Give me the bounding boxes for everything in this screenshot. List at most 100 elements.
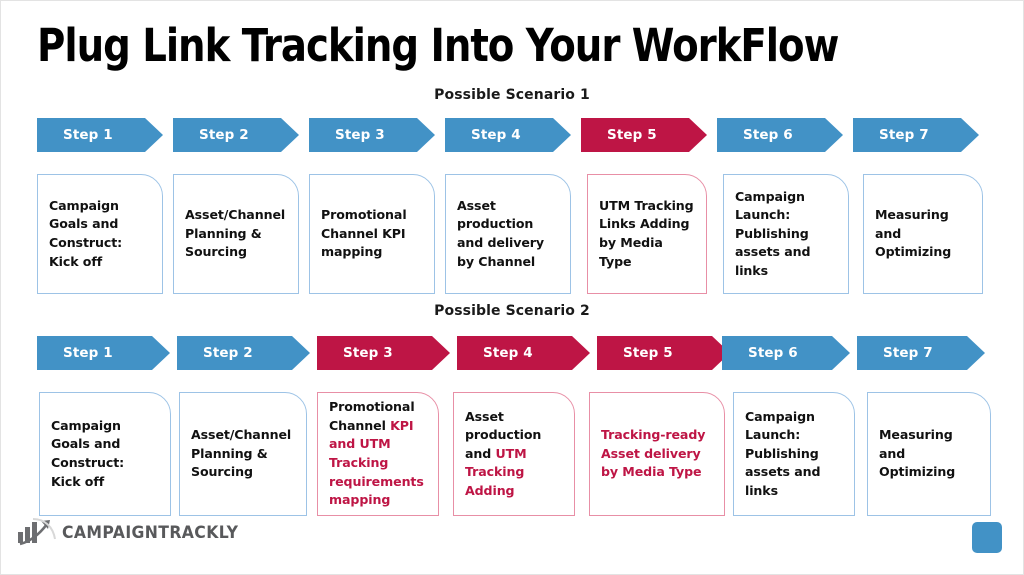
task-box-line: Launch: [735,207,791,223]
step-arrow-label: Step 3 [335,127,385,143]
step-arrow-2[interactable]: Step 2 [173,118,299,152]
task-box-line: Sourcing [191,464,253,480]
step-arrow-5[interactable]: Step 5 [581,118,707,152]
task-box-5: UTM Tracking Links Adding by Media Type [587,174,707,294]
scenario-2-task-boxes: Campaign Goals and Construct: Kick off Asset… [1,392,1023,516]
task-box-2: Asset/Channel Planning & Sourcing [173,174,299,294]
task-box-6: Campaign Launch: Publishing assets and links [733,392,855,516]
task-box-line: Promotional [321,207,407,223]
task-box-text: Measuring and Optimizing [875,206,951,262]
task-box-line: Launch: [745,427,801,443]
step-arrow-label: Step 6 [748,345,798,361]
page-title: Plug Link Tracking Into Your WorkFlow [37,19,839,72]
step-arrow-label: Step 1 [63,127,113,143]
task-box-line: Publishing [735,225,809,241]
slide-canvas: Plug Link Tracking Into Your WorkFlow Po… [0,0,1024,575]
task-box-line: links [745,482,778,498]
task-box-line: Sourcing [185,244,247,260]
task-box-line: by Channel [457,253,536,269]
task-box-text: Asset/Channel Planning & Sourcing [185,206,285,262]
task-box-line: and UTM [465,445,527,461]
task-box-line: and UTM [329,436,391,452]
step-arrow-label: Step 7 [883,345,933,361]
task-box-text: Asset/Channel Planning & Sourcing [191,426,291,482]
step-arrow-2[interactable]: Step 2 [177,336,310,370]
task-box-line: assets and [745,464,821,480]
task-box-line: Goals and [51,436,121,452]
scenario-2-step-arrows: Step 1 Step 2 Step 3 Step 4 Step 5 Step 6 Step… [1,336,1024,370]
task-box-line: Campaign [49,197,119,213]
task-box-text: Asset production and delivery by Channel [457,197,544,271]
task-box-line: Asset/Channel [185,207,286,223]
task-box-text: Asset production and UTM Tracking Adding [465,408,541,501]
step-arrow-label: Step 7 [879,127,929,143]
scenario-1-label: Possible Scenario 1 [434,87,590,103]
task-box-text: Promotional Channel KPI and UTM Tracking req… [329,398,424,510]
task-box-line: assets and [735,244,811,260]
task-box-text: Tracking-ready Asset delivery by Media Typ… [601,426,705,482]
task-box-line: by Media Type [599,235,663,269]
step-arrow-7[interactable]: Step 7 [853,118,979,152]
task-box-line: Asset/Channel [191,427,292,443]
task-box-line: Channel KPI [329,417,414,433]
task-box-text: UTM Tracking Links Adding by Media Type [599,197,695,271]
task-box-line: links [735,262,768,278]
step-arrow-6[interactable]: Step 6 [722,336,850,370]
task-box-text: Campaign Goals and Construct: Kick off [49,197,122,271]
step-arrow-label: Step 6 [743,127,793,143]
task-box-line: Optimizing [875,244,952,260]
task-box-line: Tracking-ready [601,427,706,443]
step-arrow-label: Step 5 [623,345,673,361]
task-box-line: Asset [457,197,496,213]
task-box-line: and delivery [457,235,545,250]
step-arrow-1[interactable]: Step 1 [37,336,170,370]
task-box-line: Measuring [879,427,953,443]
task-box-6: Campaign Launch: Publishing assets and links [723,174,849,294]
step-arrow-label: Step 2 [199,127,249,143]
task-box-line: Campaign [735,188,805,204]
task-box-line: Goals and [49,216,119,232]
task-box-line: Links Adding [599,216,690,232]
step-arrow-3[interactable]: Step 3 [309,118,435,152]
task-box-line: and [875,225,902,241]
step-arrow-4[interactable]: Step 4 [457,336,590,370]
task-box-text: Campaign Goals and Construct: Kick off [51,417,124,491]
scenario-2-label: Possible Scenario 2 [434,303,590,319]
step-arrow-6[interactable]: Step 6 [717,118,843,152]
task-box-1: Campaign Goals and Construct: Kick off [39,392,171,516]
scenario-1-task-boxes: Campaign Goals and Construct: Kick off Asset… [1,174,1023,294]
step-arrow-4[interactable]: Step 4 [445,118,571,152]
step-arrow-7[interactable]: Step 7 [857,336,985,370]
decorative-corner-square [972,522,1002,553]
task-box-4: Asset production and UTM Tracking Adding [453,392,575,516]
logo-wordmark: CAMPAIGNTRACKLY [62,522,239,542]
step-arrow-label: Step 4 [471,127,521,143]
task-box-line: by Media Type [601,464,702,480]
step-arrow-5[interactable]: Step 5 [597,336,730,370]
task-box-7: Measuring and Optimizing [867,392,991,516]
task-box-line: UTM Tracking [599,197,694,213]
task-box-3: Promotional Channel KPI mapping [309,174,435,294]
task-box-7: Measuring and Optimizing [863,174,983,294]
task-box-line: requirements [329,473,424,489]
step-arrow-label: Step 3 [343,345,393,361]
task-box-line: Kick off [49,253,103,269]
task-box-line: Campaign [51,417,121,433]
step-arrow-label: Step 1 [63,345,113,361]
scenario-1-step-arrows: Step 1 Step 2 Step 3 Step 4 Step 5 Step 6 Step… [1,118,1024,152]
step-arrow-1[interactable]: Step 1 [37,118,163,152]
task-box-4: Asset production and delivery by Channel [445,174,571,294]
task-box-text: Measuring and Optimizing [879,426,955,482]
task-box-line: production [465,427,542,443]
task-box-line: Planning & [185,225,262,241]
step-arrow-3[interactable]: Step 3 [317,336,450,370]
task-box-line: production [457,216,534,232]
task-box-line: Adding [465,482,515,498]
task-box-line: Asset delivery [601,445,701,461]
task-box-2: Asset/Channel Planning & Sourcing [179,392,307,516]
task-box-3: Promotional Channel KPI and UTM Tracking req… [317,392,439,516]
step-arrow-label: Step 5 [607,127,657,143]
task-box-line: Channel KPI [321,225,406,241]
task-box-line: Construct: [49,235,123,250]
brand-logo: CAMPAIGNTRACKLY [17,515,248,549]
